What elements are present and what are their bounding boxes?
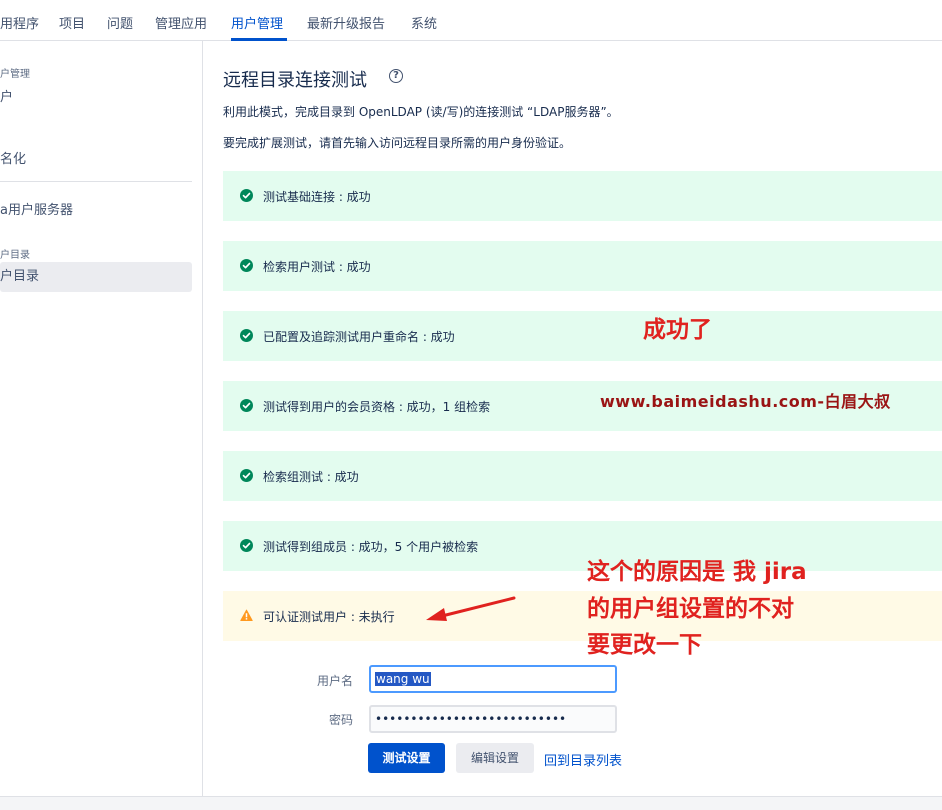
result-user-rename: 已配置及追踪测试用户重命名 : 成功 — [223, 311, 942, 361]
password-input[interactable]: ••••••••••••••••••••••••••• — [369, 705, 617, 733]
annotation-reason-line2: 的用户组设置的不对 — [587, 596, 794, 622]
top-navigation: 用程序 项目 问题 管理应用 用户管理 最新升级报告 系统 — [0, 0, 942, 41]
nav-tab-system[interactable]: 系统 — [411, 13, 437, 32]
test-settings-button[interactable]: 测试设置 — [368, 743, 445, 773]
sidebar: 户管理 户 名化 a用户服务器 户目录 户目录 — [0, 41, 203, 796]
sidebar-item-jira-user-server[interactable]: a用户服务器 — [0, 199, 73, 218]
result-text: 测试基础连接 : 成功 — [263, 190, 371, 204]
check-circle-icon — [240, 189, 253, 202]
nav-tab-upgrade-report[interactable]: 最新升级报告 — [307, 13, 385, 32]
username-label: 用户名 — [316, 674, 353, 688]
password-label: 密码 — [328, 713, 353, 727]
description-credentials: 要完成扩展测试，请首先输入访问远程目录所需的用户身份验证。 — [223, 136, 572, 150]
sidebar-item-anonymize[interactable]: 名化 — [0, 148, 26, 167]
result-text: 测试得到组成员 : 成功，5 个用户被检索 — [263, 540, 479, 554]
sidebar-item-users[interactable]: 户 — [0, 86, 13, 105]
back-to-directory-list-link[interactable]: 回到目录列表 — [544, 750, 622, 769]
sidebar-group-user-management: 户管理 — [0, 69, 30, 80]
nav-tab-projects[interactable]: 项目 — [59, 13, 85, 32]
result-group-members: 测试得到组成员 : 成功，5 个用户被检索 — [223, 521, 942, 571]
nav-tab-manage-apps[interactable]: 管理应用 — [155, 13, 207, 32]
annotation-reason-line1: 这个的原因是 我 jira — [587, 559, 807, 585]
annotation-arrow-icon — [426, 596, 516, 621]
result-basic-connection: 测试基础连接 : 成功 — [223, 171, 942, 221]
page-footer — [0, 796, 942, 810]
annotation-success: 成功了 — [643, 317, 712, 343]
check-circle-icon — [240, 259, 253, 272]
result-text: 检索组测试 : 成功 — [263, 470, 359, 484]
help-icon[interactable]: ? — [389, 69, 403, 83]
result-group-search: 检索组测试 : 成功 — [223, 451, 942, 501]
sidebar-divider — [0, 181, 192, 182]
result-text: 可认证测试用户 : 未执行 — [263, 610, 395, 624]
warning-icon — [240, 609, 253, 621]
sidebar-group-user-directories: 户目录 — [0, 250, 30, 261]
check-circle-icon — [240, 539, 253, 552]
password-value: ••••••••••••••••••••••••••• — [375, 712, 567, 726]
description-mode: 利用此模式，完成目录到 OpenLDAP (读/写)的连接测试 “LDAP服务器… — [223, 105, 619, 119]
check-circle-icon — [240, 329, 253, 342]
nav-tab-issues[interactable]: 问题 — [107, 13, 133, 32]
username-value: wang wu — [375, 672, 431, 686]
annotation-reason-line3: 要更改一下 — [587, 632, 702, 658]
edit-settings-button[interactable]: 编辑设置 — [456, 743, 534, 773]
check-circle-icon — [240, 399, 253, 412]
result-user-search: 检索用户测试 : 成功 — [223, 241, 942, 291]
result-authenticate-user: 可认证测试用户 : 未执行 — [223, 591, 942, 641]
watermark-text: www.baimeidashu.com-白眉大叔 — [600, 392, 891, 411]
result-text: 测试得到用户的会员资格 : 成功，1 组检索 — [263, 400, 491, 414]
username-input[interactable]: wang wu — [369, 665, 617, 693]
sidebar-item-user-directories[interactable]: 户目录 — [0, 262, 192, 292]
active-tab-indicator — [231, 38, 287, 41]
check-circle-icon — [240, 469, 253, 482]
result-text: 已配置及追踪测试用户重命名 : 成功 — [263, 330, 455, 344]
nav-tab-user-management[interactable]: 用户管理 — [231, 13, 283, 32]
nav-tab-apps[interactable]: 用程序 — [0, 13, 39, 32]
page-title: 远程目录连接测试 — [223, 70, 367, 91]
result-text: 检索用户测试 : 成功 — [263, 260, 371, 274]
